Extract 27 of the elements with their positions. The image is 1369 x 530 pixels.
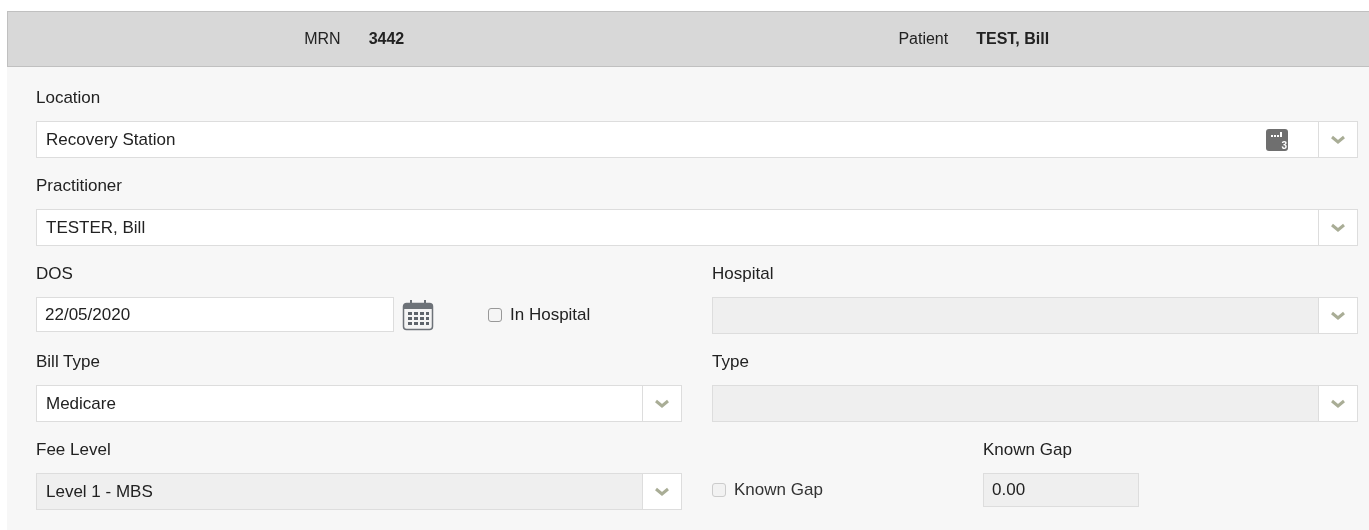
chevron-down-icon <box>654 398 670 409</box>
date-field[interactable]: 22/05/2020 <box>36 297 394 332</box>
chevron-down-icon <box>1330 134 1346 145</box>
field-label: DOS <box>36 263 74 285</box>
mrn-label: MRN <box>304 30 341 48</box>
chevron-down-icon <box>1330 310 1346 321</box>
checkbox[interactable] <box>488 307 502 322</box>
location-select[interactable]: Recovery Station 3 <box>36 121 1358 158</box>
bill-type-select[interactable]: Medicare <box>36 385 682 422</box>
practitioner-select[interactable]: TESTER, Bill <box>36 209 1358 246</box>
mrn-value: 3442 <box>368 30 405 48</box>
field-label: Hospital <box>712 263 775 285</box>
field-label: Type <box>712 351 750 373</box>
field-label: Fee Level <box>36 439 112 461</box>
patient-label: Patient <box>898 30 949 48</box>
field-label: Bill Type <box>36 351 101 373</box>
chevron-down-icon <box>1330 398 1346 409</box>
list-count-icon[interactable]: 3 <box>1266 128 1288 151</box>
checkbox-label: In Hospital <box>510 304 591 325</box>
chevron-down-icon <box>654 486 670 497</box>
field-label: Known Gap <box>983 439 1073 461</box>
checkbox-label: Known Gap <box>734 479 823 500</box>
field-label: Location <box>36 87 102 109</box>
field-label: Practitioner <box>36 175 123 197</box>
chevron-down-icon <box>1330 222 1346 233</box>
patient-name: TEST, Bill <box>976 30 1050 48</box>
calendar-icon[interactable] <box>402 298 434 331</box>
